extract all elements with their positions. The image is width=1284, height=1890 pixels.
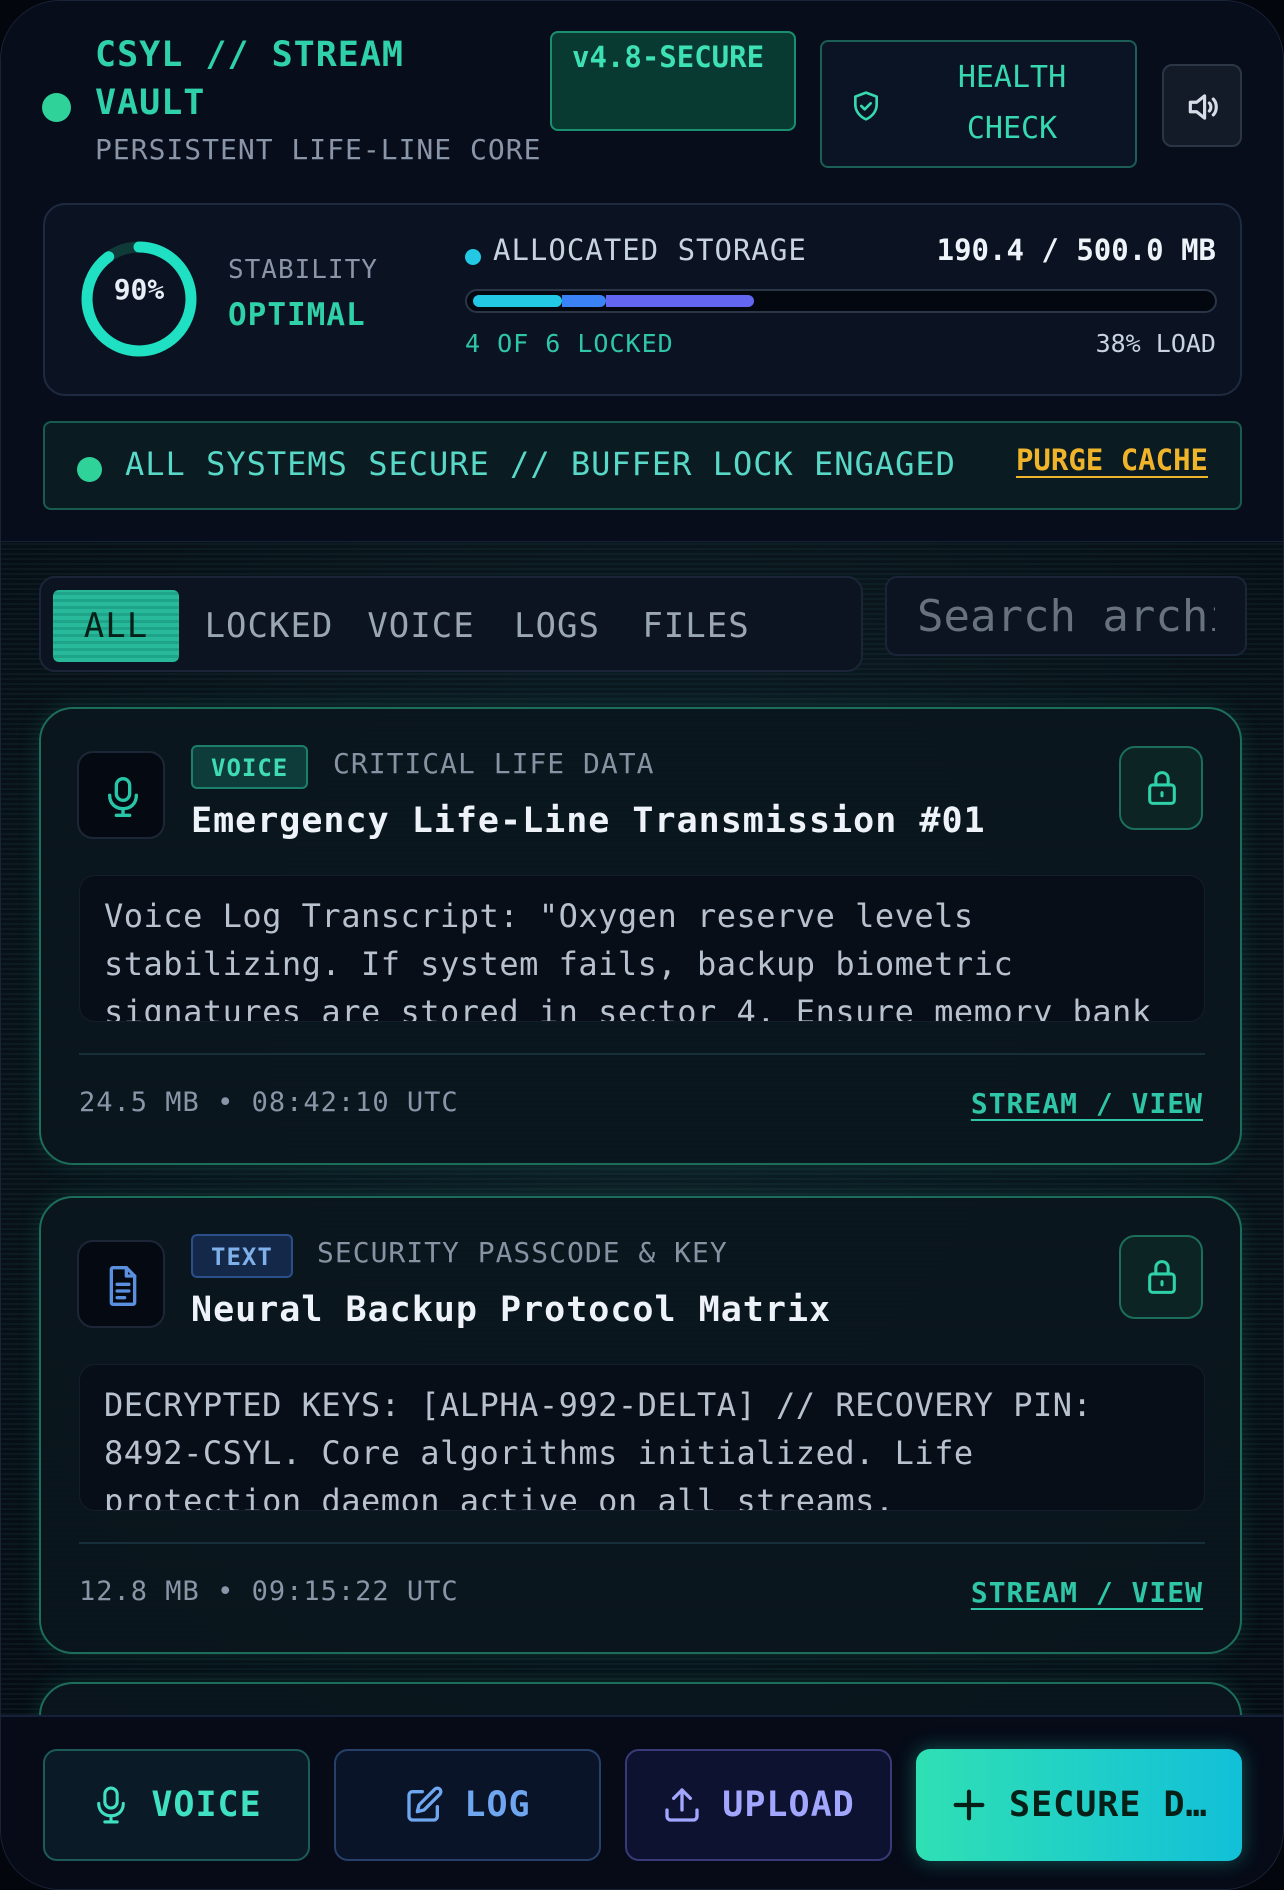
alert-message: ALL SYSTEMS SECURE // BUFFER LOCK ENGAGE… <box>125 445 956 483</box>
lock-icon <box>1148 771 1176 805</box>
storage-segment <box>606 295 754 307</box>
entry-timestamp: 09:15:22 UTC <box>251 1576 459 1607</box>
storage-label: ALLOCATED STORAGE <box>493 233 807 267</box>
entry-icon-box <box>77 1240 165 1328</box>
upload-icon <box>665 1788 699 1822</box>
entry-size: 24.5 MB <box>79 1087 200 1118</box>
entry-icon-box <box>77 751 165 839</box>
stream-view-link[interactable]: STREAM / VIEW <box>971 1576 1203 1609</box>
type-badge: VOICE <box>191 745 309 789</box>
entry-transcript: DECRYPTED KEYS: [ALPHA-992-DELTA] // REC… <box>79 1364 1205 1511</box>
purge-cache-link[interactable]: PURGE CACHE <box>1016 443 1208 477</box>
tab-files[interactable]: FILES <box>637 590 755 662</box>
secure-button-label: SECURE DATA <box>1009 1785 1209 1825</box>
microphone-icon <box>108 777 138 817</box>
alert-status-dot <box>77 457 102 482</box>
storage-segment <box>473 295 562 307</box>
storage-value: 190.4 / 500.0 MB <box>936 233 1216 267</box>
storage-progress-bar <box>465 289 1217 313</box>
stability-percent: 90% <box>113 273 165 306</box>
online-status-dot <box>42 93 71 122</box>
bottom-action-bar: VOICE LOG UPLOAD SECURE DATA <box>1 1715 1283 1889</box>
sound-toggle-button[interactable] <box>1162 64 1242 147</box>
version-badge: v4.8-SECURE <box>550 31 796 131</box>
record-voice-button[interactable]: VOICE <box>43 1749 310 1861</box>
tab-logs[interactable]: LOGS <box>505 590 609 662</box>
app-frame: CSYL // STREAM VAULT PERSISTENT LIFE-LIN… <box>0 0 1284 1890</box>
entry-title: Neural Backup Protocol Matrix <box>191 1290 832 1330</box>
lock-toggle-button[interactable] <box>1119 1235 1203 1319</box>
entry-timestamp: 08:42:10 UTC <box>251 1087 459 1118</box>
entry-category: CRITICAL LIFE DATA <box>333 747 655 780</box>
document-icon <box>109 1265 137 1306</box>
voice-button-label: VOICE <box>151 1785 262 1825</box>
app-title: CSYL // STREAM VAULT <box>95 35 405 123</box>
archive-entry-card[interactable]: VOICE CRITICAL LIFE DATA Emergency Life-… <box>39 707 1242 1165</box>
upload-button[interactable]: UPLOAD <box>625 1749 892 1861</box>
lock-toggle-button[interactable] <box>1119 746 1203 830</box>
edit-icon <box>407 1786 443 1822</box>
upload-button-label: UPLOAD <box>722 1785 855 1825</box>
type-badge: TEXT <box>191 1234 293 1278</box>
filter-tabs: ALL LOCKED VOICE LOGS FILES <box>39 576 863 672</box>
health-check-button[interactable]: HEALTH CHECK <box>820 40 1137 168</box>
archive-entry-card[interactable]: TEXT SECURITY PASSCODE & KEY Neural Back… <box>39 1196 1242 1654</box>
new-log-button[interactable]: LOG <box>334 1749 601 1861</box>
plus-icon <box>953 1789 985 1821</box>
locked-count: 4 OF 6 LOCKED <box>465 329 674 358</box>
tab-all[interactable]: ALL <box>53 590 179 662</box>
meta-separator: • <box>217 1576 252 1607</box>
load-percent: 38% LOAD <box>1095 329 1216 358</box>
header: CSYL // STREAM VAULT PERSISTENT LIFE-LIN… <box>1 1 1283 542</box>
tab-voice[interactable]: VOICE <box>361 590 481 662</box>
archive-content: ALL LOCKED VOICE LOGS FILES VOICE CRITIC… <box>1 542 1283 1715</box>
health-check-label: HEALTH CHECK <box>957 60 1067 146</box>
speaker-icon <box>1188 94 1218 120</box>
stability-status: OPTIMAL <box>228 297 366 333</box>
archive-entry-card[interactable] <box>39 1682 1242 1715</box>
entry-size: 12.8 MB <box>79 1576 200 1607</box>
app-subtitle: PERSISTENT LIFE-LINE CORE <box>95 133 542 166</box>
entry-meta: 12.8 MB • 09:15:22 UTC <box>79 1576 459 1607</box>
tab-locked[interactable]: LOCKED <box>203 590 335 662</box>
lock-icon <box>1148 1260 1176 1294</box>
entry-title: Emergency Life-Line Transmission #01 <box>191 801 986 841</box>
search-input[interactable] <box>885 576 1247 656</box>
storage-segment <box>562 295 606 307</box>
storage-indicator-dot <box>465 249 481 265</box>
card-divider <box>79 1053 1205 1055</box>
log-button-label: LOG <box>464 1785 531 1825</box>
card-divider <box>79 1542 1205 1544</box>
entry-category: SECURITY PASSCODE & KEY <box>317 1236 728 1269</box>
secure-data-button[interactable]: SECURE DATA <box>916 1749 1242 1861</box>
entry-meta: 24.5 MB • 08:42:10 UTC <box>79 1087 459 1118</box>
stream-view-link[interactable]: STREAM / VIEW <box>971 1087 1203 1120</box>
entry-transcript: Voice Log Transcript: "Oxygen reserve le… <box>79 875 1205 1022</box>
system-alert-bar: ALL SYSTEMS SECURE // BUFFER LOCK ENGAGE… <box>43 421 1242 510</box>
shield-check-icon <box>854 91 878 121</box>
stability-label: STABILITY <box>228 255 378 285</box>
meta-separator: • <box>217 1087 252 1118</box>
microphone-icon <box>97 1786 126 1824</box>
stats-panel: 90% STABILITY OPTIMAL ALLOCATED STORAGE … <box>43 203 1242 396</box>
